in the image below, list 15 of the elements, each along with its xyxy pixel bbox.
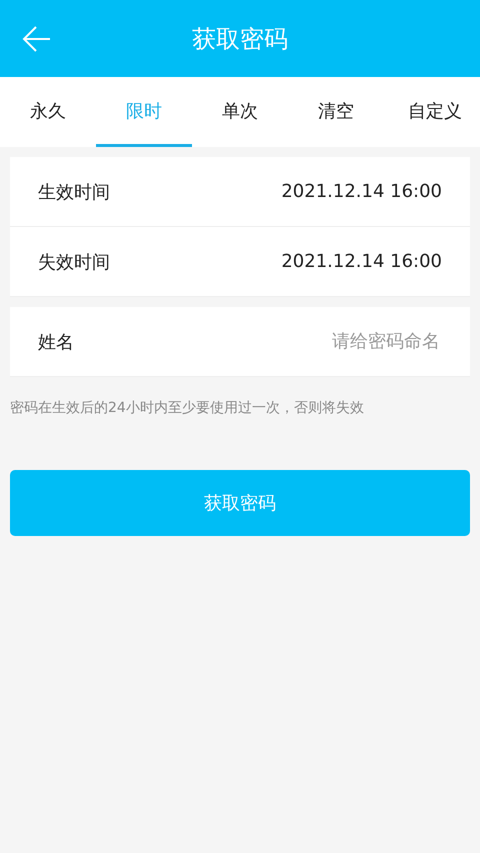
time-value: 2021.12.14 16:00 [281,181,442,202]
name-label: 姓名 [38,330,74,354]
tab[interactable]: 清空 [288,77,384,147]
back-arrow-icon[interactable] [22,24,52,52]
time-row[interactable]: 失效时间 2021.12.14 16:00 [10,227,470,297]
name-input-field[interactable]: 请给密码命名 [238,330,442,353]
row-label: 生效时间 [38,180,110,204]
tab[interactable]: 永久 [0,77,96,147]
tab[interactable]: 自定义 [384,77,472,147]
hint-text: 密码在生效后的24小时内至少要使用过一次，否则将失效 [10,399,365,417]
tab[interactable]: 单次 [192,77,288,147]
time-value: 2021.12.14 16:00 [281,251,442,272]
page-title: 获取密码 [192,24,288,54]
time-row[interactable]: 生效时间 2021.12.14 16:00 [10,157,470,227]
row-label: 失效时间 [38,250,110,274]
